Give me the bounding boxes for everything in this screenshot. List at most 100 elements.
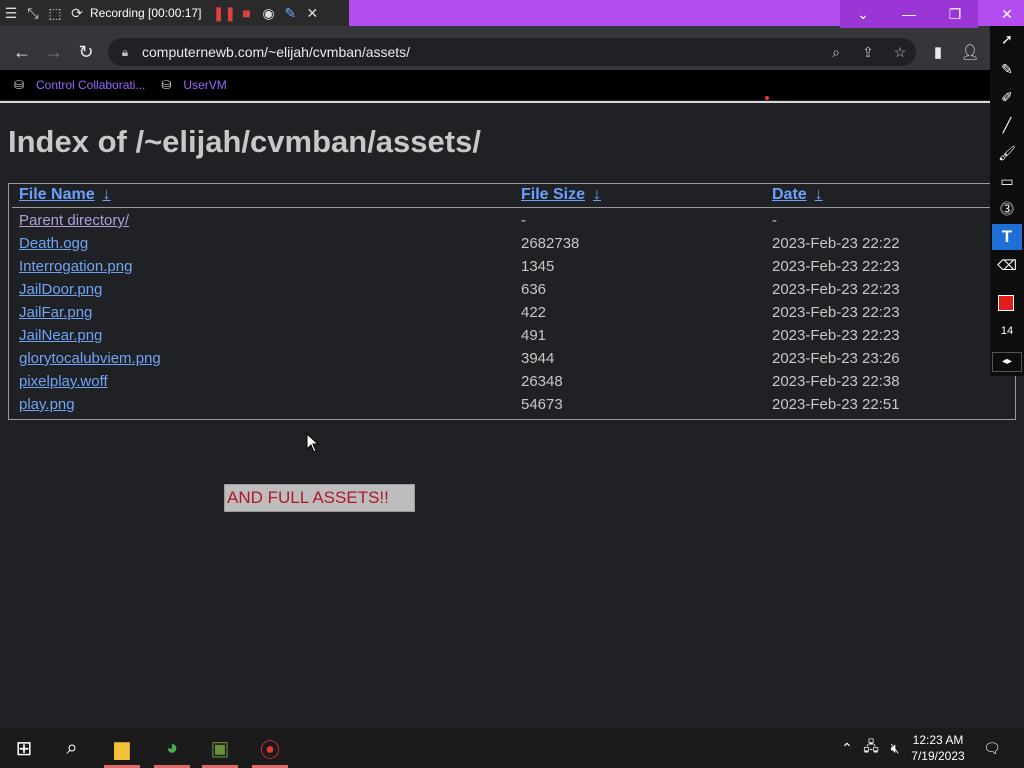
search-icon[interactable]: ⌕ — [820, 44, 852, 61]
chrome-icon: ◕ — [165, 736, 179, 759]
lock-icon[interactable]: 🔒︎ — [108, 45, 142, 60]
bookmark-favicon-icon: ⛁ — [14, 78, 25, 92]
file-link[interactable]: JailNear.png — [19, 324, 102, 347]
full-assets-button[interactable]: AND FULL ASSETS!! — [224, 484, 415, 512]
star-icon[interactable]: ☆ — [884, 44, 916, 61]
pencil-tool[interactable]: ✎ — [992, 56, 1022, 82]
menu-icon[interactable]: ☰ — [0, 0, 22, 26]
profile-button[interactable]: 👤︎ — [954, 34, 986, 70]
cursor-icon: ➚ — [1001, 30, 1013, 47]
bookmark-uservm[interactable]: ⛁ UserVM — [161, 78, 226, 92]
header-rule — [12, 207, 990, 208]
network-icon[interactable]: 🖧︎ — [860, 728, 882, 768]
eraser-icon: ⌫ — [997, 256, 1017, 273]
file-date: 2023-Feb-23 22:23 — [772, 281, 900, 298]
file-date: - — [772, 212, 777, 229]
file-size: 1345 — [521, 258, 555, 275]
file-link[interactable]: JailDoor.png — [19, 278, 102, 301]
cursor-tool[interactable]: ➚ — [992, 26, 1022, 52]
counter-tool[interactable]: ⓷ — [992, 196, 1022, 222]
file-date: 2023-Feb-23 22:22 — [772, 235, 900, 252]
text-icon: T — [1001, 227, 1013, 246]
file-link[interactable]: JailFar.png — [19, 301, 92, 324]
person-icon: 👤︎ — [960, 44, 980, 61]
taskbar-recorder[interactable]: ⦿ — [246, 728, 294, 768]
file-link[interactable]: Death.ogg — [19, 232, 88, 255]
search-button[interactable]: ⌕ — [48, 728, 96, 768]
notifications-button[interactable]: 🗨︎ — [980, 728, 1004, 768]
file-size: 2682738 — [521, 235, 580, 252]
file-size: 422 — [521, 304, 547, 321]
clock-time: 12:23 AM — [912, 733, 964, 747]
arrow-right-icon: → — [45, 41, 63, 62]
chevron-up-icon: ⌃ — [841, 739, 853, 756]
side-panel-button[interactable]: ▮ — [922, 34, 954, 70]
tab-search-button[interactable]: ⌄ — [840, 0, 886, 28]
back-button[interactable]: ← — [8, 34, 36, 70]
bookmark-control-collaboration[interactable]: ⛁ Control Collaborati... — [14, 78, 145, 92]
notification-icon: 🗨︎ — [983, 739, 1001, 756]
taskbar-chrome[interactable]: ◕ — [148, 728, 196, 768]
region-icon[interactable]: ⬚ — [44, 0, 66, 26]
file-link[interactable]: glorytocalubviem.png — [19, 347, 161, 370]
window-close-button[interactable]: ✕ — [990, 0, 1024, 28]
counter-icon: ⓷ — [1000, 201, 1014, 217]
taskbar-file-explorer[interactable]: ▆ — [98, 728, 146, 768]
folder-icon: ▆ — [114, 737, 130, 760]
file-link[interactable]: pixelplay.woff — [19, 370, 108, 393]
file-link[interactable]: Interrogation.png — [19, 255, 132, 278]
taskbar-minecraft[interactable]: ▣ — [196, 728, 244, 768]
line-icon: ╱ — [1002, 116, 1012, 133]
color-swatch[interactable] — [998, 295, 1014, 311]
volume-muted-icon[interactable]: 🔇︎ — [884, 728, 906, 768]
file-size: 491 — [521, 327, 547, 344]
minimize-icon: — — [902, 6, 916, 22]
header-date[interactable]: Date ↓ — [772, 186, 823, 204]
header-file-size[interactable]: File Size ↓ — [521, 186, 601, 204]
size-value[interactable]: 14 — [992, 320, 1022, 342]
line-tool[interactable]: ╱ — [992, 112, 1022, 138]
minimize-button[interactable]: — — [886, 0, 932, 28]
parent-directory-link[interactable]: Parent directory/ — [19, 209, 129, 232]
file-date: 2023-Feb-23 22:23 — [772, 304, 900, 321]
eraser-tool[interactable]: ⌫ — [992, 252, 1022, 278]
address-bar[interactable]: 🔒︎ computernewb.com/~elijah/cvmban/asset… — [108, 38, 916, 66]
url-text[interactable]: computernewb.com/~elijah/cvmban/assets/ — [142, 44, 820, 60]
stop-icon[interactable]: ■ — [235, 0, 257, 26]
header-file-name[interactable]: File Name ↓ — [19, 186, 111, 204]
text-tool[interactable]: T — [992, 224, 1022, 250]
file-link[interactable]: play.png — [19, 393, 75, 416]
page-divider — [0, 101, 990, 103]
brush-tool[interactable]: 🖌︎ — [992, 140, 1022, 166]
start-button[interactable]: ⊞ — [0, 728, 48, 768]
file-size: 54673 — [521, 396, 563, 413]
reload-button[interactable]: ↻ — [72, 34, 100, 70]
annotation-dot — [765, 96, 769, 100]
rectangle-tool[interactable]: ▭ — [992, 168, 1022, 194]
bookmark-favicon-icon: ⛁ — [161, 78, 172, 92]
close-icon[interactable]: ✕ — [301, 0, 323, 26]
brush-icon: 🖌︎ — [998, 144, 1016, 161]
file-size: - — [521, 212, 526, 229]
camera-icon[interactable]: ◉ — [257, 0, 279, 26]
pen-icon[interactable]: ✎ — [279, 0, 301, 26]
share-icon[interactable]: ⇪ — [852, 44, 884, 61]
forward-button[interactable]: → — [40, 34, 68, 70]
search-icon: ⌕ — [66, 736, 78, 759]
reload-icon: ↻ — [78, 41, 94, 62]
restore-button[interactable]: ❐ — [932, 0, 978, 28]
pause-icon[interactable]: ❚❚ — [213, 0, 236, 26]
grass-block-icon: ▣ — [210, 737, 230, 760]
file-date: 2023-Feb-23 22:38 — [772, 373, 900, 390]
palette-resize-icon[interactable]: ◂▸ — [992, 352, 1022, 372]
file-size: 636 — [521, 281, 547, 298]
file-size: 3944 — [521, 350, 555, 367]
file-date: 2023-Feb-23 23:26 — [772, 350, 900, 367]
record-icon: ⦿ — [260, 739, 280, 762]
rotate-icon[interactable]: ⟳ — [66, 0, 88, 26]
windows-icon: ⊞ — [15, 737, 33, 760]
tray-overflow-button[interactable]: ⌃ — [836, 728, 858, 768]
taskbar-clock[interactable]: 12:23 AM 7/19/2023 — [904, 732, 972, 764]
highlighter-tool[interactable]: ✐ — [992, 84, 1022, 110]
collapse-icon[interactable]: ⤡ — [22, 0, 44, 26]
